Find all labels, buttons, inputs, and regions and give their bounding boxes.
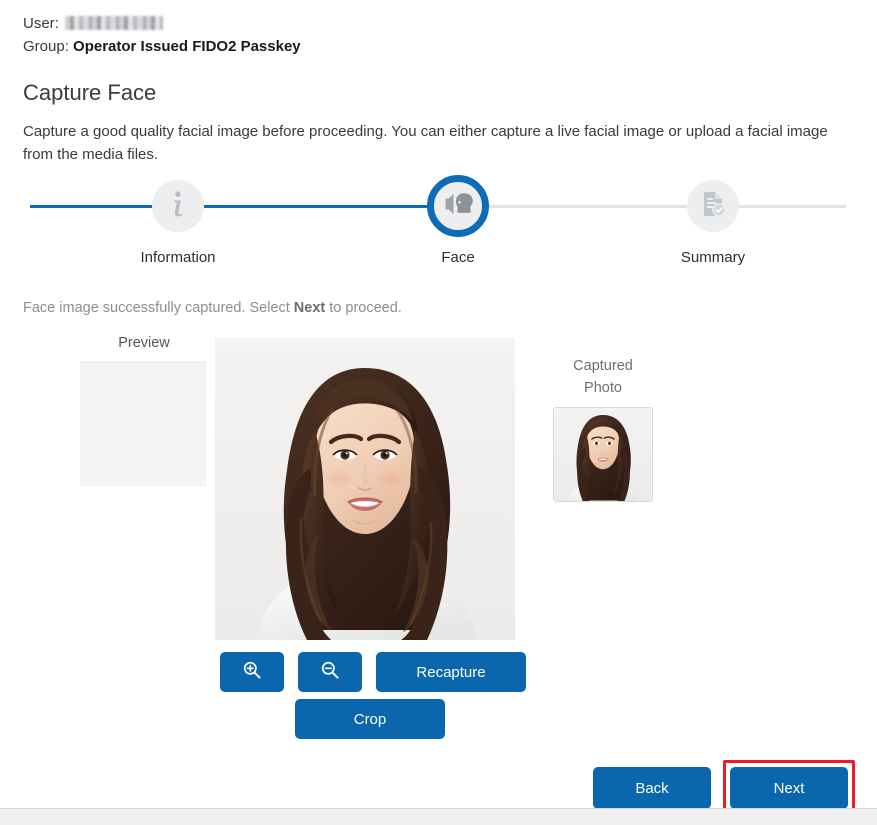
capture-face-page: User: Group: Operator Issued FIDO2 Passk… <box>0 0 877 825</box>
crop-button[interactable]: Crop <box>295 699 445 739</box>
footer-strip <box>0 808 877 825</box>
stepper-circle-information <box>152 180 204 232</box>
group-row: Group: Operator Issued FIDO2 Passkey <box>23 35 301 58</box>
document-check-icon <box>700 190 726 223</box>
identity-meta: User: Group: Operator Issued FIDO2 Passk… <box>23 12 301 58</box>
stepper-label-summary: Summary <box>653 249 773 266</box>
stepper-circle-face <box>427 175 489 237</box>
info-icon <box>167 189 189 224</box>
preview-panel: Preview <box>80 335 208 486</box>
zoom-in-button[interactable] <box>220 652 284 692</box>
stepper-circle-summary <box>687 180 739 232</box>
status-text-bold: Next <box>294 300 325 316</box>
captured-photo-title-line1: Captured <box>553 355 653 377</box>
status-text-after: to proceed. <box>325 300 402 316</box>
user-value-redacted <box>65 16 163 30</box>
back-button[interactable]: Back <box>593 767 711 809</box>
group-value: Operator Issued FIDO2 Passkey <box>73 38 301 55</box>
main-captured-photo[interactable] <box>215 338 515 640</box>
stepper-step-information[interactable]: Information <box>118 175 238 266</box>
user-row: User: <box>23 12 301 35</box>
stepper-label-face: Face <box>398 249 518 266</box>
magnifier-minus-icon <box>320 660 340 684</box>
group-label: Group: <box>23 38 69 55</box>
preview-title: Preview <box>80 335 208 351</box>
photo-tools-row: Recapture <box>220 652 526 692</box>
captured-photo-panel: Captured Photo <box>553 355 653 502</box>
captured-photo-title-line2: Photo <box>553 377 653 399</box>
preview-box[interactable] <box>80 361 206 486</box>
wizard-stepper: Information Face <box>0 175 877 275</box>
stepper-step-face[interactable]: Face <box>398 175 518 266</box>
status-message: Face image successfully captured. Select… <box>23 300 402 316</box>
page-title: Capture Face <box>23 80 156 106</box>
captured-photo-title: Captured Photo <box>553 355 653 399</box>
stepper-label-information: Information <box>118 249 238 266</box>
crop-row: Crop <box>295 699 445 739</box>
face-capture-icon <box>443 191 473 222</box>
next-button[interactable]: Next <box>730 767 848 809</box>
stepper-step-summary[interactable]: Summary <box>653 175 773 266</box>
capture-area: Preview <box>0 335 877 655</box>
page-description: Capture a good quality facial image befo… <box>23 120 843 166</box>
user-label: User: <box>23 15 59 32</box>
zoom-out-button[interactable] <box>298 652 362 692</box>
captured-photo-thumbnail[interactable] <box>553 407 653 502</box>
status-text-before: Face image successfully captured. Select <box>23 300 294 316</box>
magnifier-plus-icon <box>242 660 262 684</box>
recapture-button[interactable]: Recapture <box>376 652 526 692</box>
